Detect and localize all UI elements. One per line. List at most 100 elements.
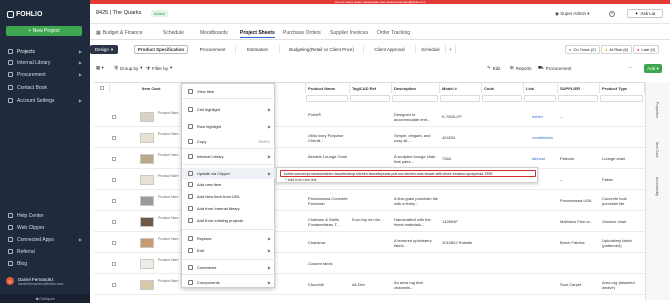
cell-product[interactable]: Charisma [308,240,348,245]
cell-model[interactable]: 424294 [442,135,482,140]
sidebar-item-contact-book[interactable]: Contact Book [0,82,90,93]
col-description[interactable]: Description [392,83,440,93]
item-thumbnail[interactable] [140,133,154,143]
sidebar-item-referral[interactable]: Referral [0,246,90,257]
cell-tag[interactable]: All-Dev [352,282,390,287]
row-checkbox[interactable] [112,220,116,224]
menu-internal-library[interactable]: Internal Library ▶ [182,151,276,162]
cell-description[interactable]: Handcrafted with the finest materials... [394,217,438,227]
cell-product-type[interactable]: Outdoor chair [602,219,644,224]
cell-product-type[interactable]: Area rug (tasseled weave) [602,280,644,290]
menu-cell-highlight[interactable]: Cell highlight ▶ [182,104,276,115]
filter-product-type[interactable] [600,95,643,102]
filter-by-button[interactable]: ⧩ Filter by ▾ [146,65,172,71]
cell-product-type[interactable]: Fabric [602,177,644,182]
cell-description[interactable]: Designed to accommodate entr... [394,112,438,122]
col-product-name[interactable]: Product Name [306,83,350,93]
filter-supplier[interactable] [558,95,598,102]
group-by-button[interactable]: ⇶ Group by ▾ [114,65,143,71]
add-view-icon[interactable]: + [446,45,456,54]
sidebar-item-account-settings[interactable]: Account Settings ▶ [0,95,90,106]
row-checkbox[interactable] [112,199,116,203]
sidebar-item-projects[interactable]: Projects ▶ [0,46,90,57]
item-thumbnail[interactable] [140,259,154,269]
filter-product-name[interactable] [306,95,348,102]
new-project-button[interactable]: + New Project [6,26,82,36]
cell-product[interactable]: Purist® [308,112,348,117]
row-checkbox[interactable] [112,157,116,161]
menu-comments[interactable]: Comments ▶ [182,262,276,273]
add-button[interactable]: Add ▾ [644,64,662,73]
menu-add-from-projects[interactable]: Add from existing projects [182,215,276,226]
view-procurement[interactable]: Procurement [190,45,236,54]
tab-order-tracking[interactable]: Order Tracking [377,28,410,38]
cell-supplier[interactable]: Porcelanosa USA [560,198,600,203]
col-product-type[interactable]: Product Type [600,83,645,93]
menu-copy[interactable]: Copy Ctrl+C [182,136,276,147]
cell-model[interactable]: 142894F [442,219,482,224]
cell-model[interactable]: K-7505-CP [442,114,482,119]
select-all-checkbox[interactable] [100,86,104,90]
cell-link[interactable]: fabricut [532,156,558,161]
table-row[interactable]: Product Nam Purist® Designed to accommod… [94,107,645,127]
table-row[interactable]: Product Nam Airnarie Lounge Chair A scul… [94,149,645,169]
view-product-specification[interactable]: Product Specification [134,45,188,54]
menu-row-highlight[interactable]: Row highlight ▶ [182,121,276,132]
tab-project-sheets[interactable]: Project Sheets [240,28,275,38]
tab-moodboards[interactable]: Moodboards [200,28,228,38]
filter-description[interactable] [392,95,438,102]
cell-supplier[interactable]: Burch Fabrics [560,240,600,245]
ask-lia-button[interactable]: ✦ Ask Lia [627,9,663,18]
cell-model[interactable]: 1010822 Rosette [442,240,482,245]
grid-view-icon[interactable]: ▦ ▾ [96,65,104,71]
fohlio-logo[interactable]: FOHLIO [7,11,42,18]
cell-product-type[interactable]: Upholstery fabric (patterned) [602,238,644,248]
filter-code[interactable] [482,95,522,102]
at-risk-filter[interactable]: ● At Risk (6) [601,45,633,54]
cell-product[interactable]: Airnarie Lounge Chair [308,154,348,159]
select-all-header[interactable] [94,83,110,93]
col-model[interactable]: Model # [440,83,482,93]
cell-description[interactable]: A textured upholstery fabric... [394,238,438,248]
sidebar-item-internal-library[interactable]: Internal Library ▶ [0,57,90,68]
cell-link[interactable]: roomfabrics [532,135,558,140]
row-checkbox[interactable] [112,136,116,140]
sidebar-user[interactable]: D Daniel Fernandez daniel.fernandez@fohl… [0,270,90,292]
clipper-url-option[interactable]: kohler.com/en/products/kitchen-faucets/s… [280,170,536,177]
item-thumbnail[interactable] [140,217,154,227]
item-thumbnail[interactable] [140,154,154,164]
cell-description[interactable]: A sculpted lounge chair that pairs... [394,154,438,164]
table-row[interactable]: Product Nam Custom fabric [94,254,645,274]
item-thumbnail[interactable] [140,175,154,185]
cell-product-type[interactable]: Concrete look porcelain tile [602,196,644,206]
cell-supplier[interactable]: Soul Carpet [560,282,600,287]
menu-update-via-clipper[interactable]: Update via Clipper ▶ [182,168,276,179]
accessibility-tab[interactable]: Accessibility [655,177,659,196]
cell-supplier[interactable]: -- [560,177,600,182]
collapse-button[interactable]: ◀ Collapse [0,294,90,303]
table-row[interactable]: Product Nam Churchill All-Dev An area ru… [94,275,645,295]
tab-schedule[interactable]: Schedule [163,28,184,38]
cell-description[interactable]: An area rug that channels... [394,280,438,290]
table-row[interactable]: Product Nam Chatham & Wells Fontaineblea… [94,212,645,232]
cell-link[interactable]: kohler [532,114,558,119]
view-client-approval[interactable]: Client Approval [364,45,416,54]
row-checkbox[interactable] [112,262,116,266]
table-row[interactable]: Product Nam Ofda Ivory Porpoise Chenill.… [94,128,645,148]
menu-view-item[interactable]: View item [182,86,276,97]
filter-model[interactable] [440,95,480,102]
menu-add-from-library[interactable]: Add from Internal library [182,203,276,214]
cell-supplier[interactable]: Mathieus Firm w... [560,219,600,224]
col-code[interactable]: Code [482,83,524,93]
role-selector[interactable]: ◉ Super Admin ▾ [555,11,589,17]
sidebar-item-blog[interactable]: Blog [0,258,90,269]
cell-product[interactable]: Ofda Ivory Porpoise Chenill... [308,133,348,143]
help-icon[interactable]: ? [609,11,615,17]
edit-button[interactable]: ✎ Edit [487,65,501,71]
properties-tab[interactable]: Properties [655,102,659,118]
filter-link[interactable] [524,95,556,102]
cell-supplier[interactable]: Palecek [560,156,600,161]
sidebar-item-procurement[interactable]: Procurement ▶ [0,69,90,80]
item-thumbnail[interactable] [140,112,154,122]
col-tag-cad-ref[interactable]: Tag/CAD Ref [350,83,392,93]
